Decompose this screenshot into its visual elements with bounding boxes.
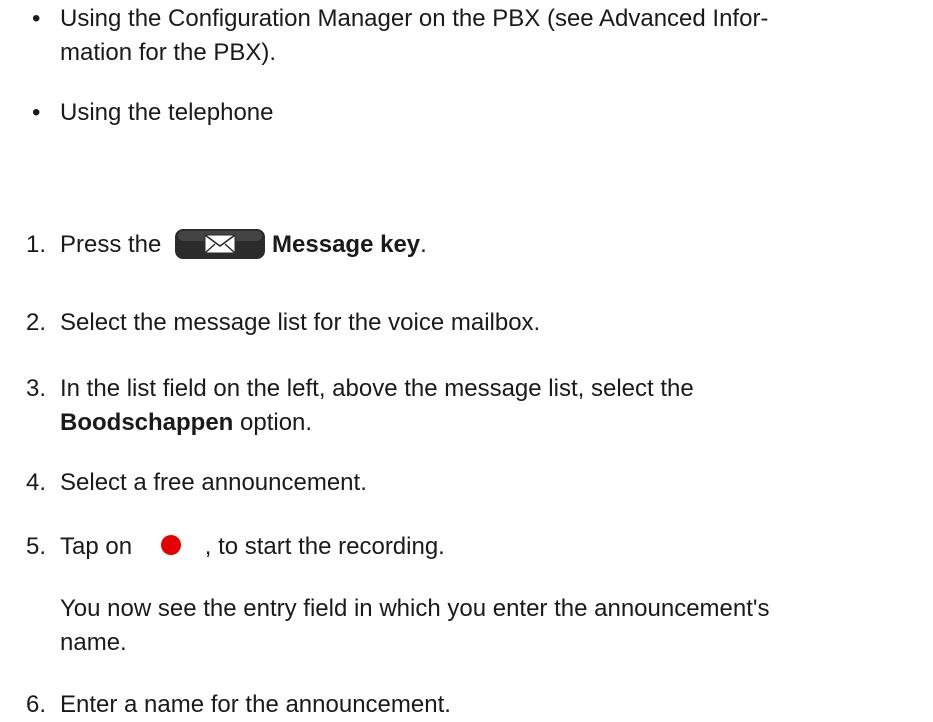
step-text: Select a free announcement.: [60, 469, 367, 496]
step-note-line: name.: [60, 629, 127, 656]
step-text: Tap on , to start the recording. You now…: [60, 530, 930, 660]
step-text-suffix: , to start the recording.: [204, 533, 445, 560]
bullet-line: Using the telephone: [60, 99, 274, 126]
step-text: Select the message list for the voice ma…: [60, 309, 541, 336]
step-number: 1.: [25, 231, 46, 258]
step-text-suffix: .: [420, 231, 427, 258]
instructions-page: • Using the Configuration Manager on the…: [0, 0, 933, 721]
step-line: Tap on , to start the recording.: [60, 530, 930, 564]
step-text-prefix: Tap on: [60, 533, 139, 560]
step-number: 2.: [25, 309, 46, 336]
message-key-label: Message key: [272, 231, 421, 258]
bullet-text: Using the Configuration Manager on the P…: [60, 2, 920, 70]
envelope-key-icon: [175, 228, 266, 259]
step-text: In the list field on the left, above the…: [60, 372, 930, 440]
step-number: 4.: [25, 469, 46, 496]
step-text-suffix: option.: [233, 409, 313, 436]
step-line: Boodschappen option.: [60, 406, 930, 440]
step-text-prefix: Press the: [60, 231, 169, 258]
bullet-line: mation for the PBX).: [60, 39, 277, 66]
record-icon: [160, 534, 181, 555]
step-text: Press the Message key.: [60, 228, 930, 262]
step-text: Enter a name for the announcement.: [60, 691, 451, 718]
step-line: In the list field on the left, above the…: [60, 375, 694, 402]
step-number: 5.: [25, 533, 46, 560]
step-number: 6.: [25, 691, 46, 718]
step-number: 3.: [25, 375, 46, 402]
bullet-marker: •: [32, 99, 41, 126]
bullet-marker: •: [32, 5, 41, 32]
bullet-line: Using the Configuration Manager on the P…: [60, 5, 769, 32]
step-note-line: You now see the entry field in which you…: [60, 595, 770, 622]
boodschappen-option-label: Boodschappen: [60, 409, 234, 436]
step-note: You now see the entry field in which you…: [60, 592, 930, 660]
